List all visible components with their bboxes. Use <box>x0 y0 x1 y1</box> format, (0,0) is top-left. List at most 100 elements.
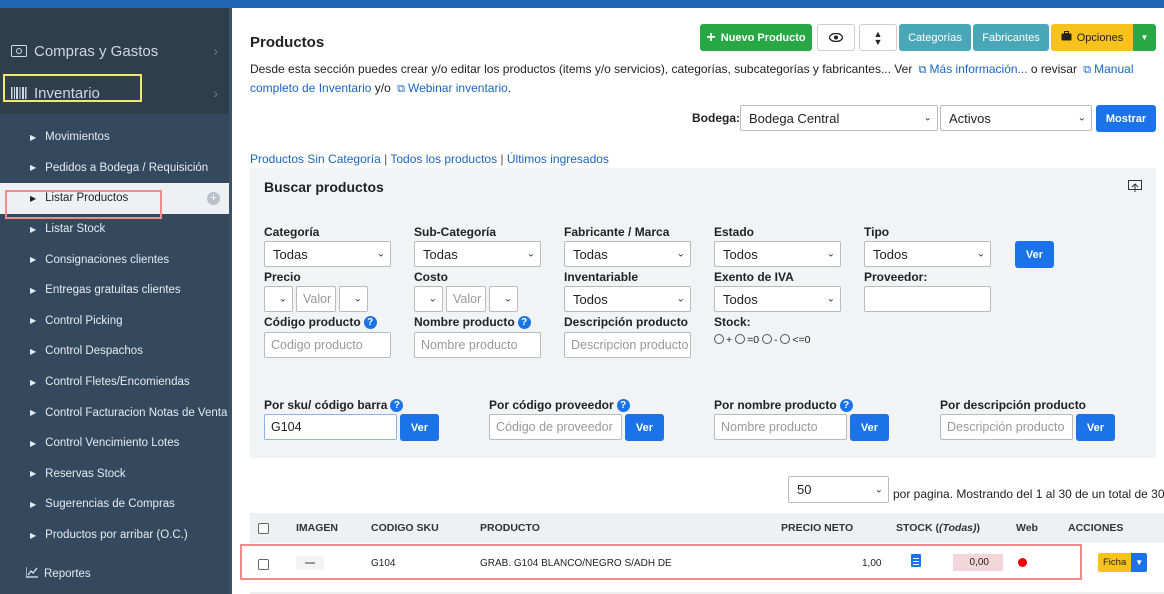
codigo-producto-input[interactable]: Codigo producto <box>264 332 391 358</box>
costo-extra-select[interactable]: ⌄ <box>489 286 518 312</box>
webinar-link[interactable]: Webinar inventario <box>408 81 508 95</box>
help-icon[interactable]: ? <box>517 316 531 329</box>
sidebar-item-movimientos[interactable]: ▶ Movimientos <box>0 122 232 153</box>
sku-input[interactable]: G104 <box>264 414 397 440</box>
external-link-icon: ⧉ <box>1083 64 1092 76</box>
radio-stock-lte-zero[interactable] <box>780 334 791 344</box>
help-icon[interactable]: ? <box>616 399 630 412</box>
stock-label: Stock: <box>714 315 751 329</box>
proveedor-label: Proveedor: <box>864 270 928 284</box>
ultimos-ingresados-link[interactable]: Últimos ingresados <box>507 152 609 166</box>
categoria-select[interactable]: Todas ⌄ <box>264 241 391 267</box>
nombre-producto-search-input[interactable]: Nombre producto <box>714 414 847 440</box>
new-product-button[interactable]: + Nuevo Producto <box>700 24 812 51</box>
top-navbar <box>0 0 1164 8</box>
ver-sku-button[interactable]: Ver <box>400 414 439 441</box>
sidebar-item-lotes[interactable]: ▶ Control Vencimiento Lotes <box>0 428 232 459</box>
descripcion-producto-input[interactable]: Descripcion producto <box>564 332 691 358</box>
sidebar-item-picking[interactable]: ▶ Control Picking <box>0 306 232 337</box>
subcategoria-select[interactable]: Todas ⌄ <box>414 241 541 267</box>
caret-right-icon: ▶ <box>30 316 37 326</box>
radio-stock-positive[interactable] <box>714 334 724 344</box>
collapse-panel-icon[interactable] <box>1128 180 1142 195</box>
inventariable-label: Inventariable <box>564 270 639 284</box>
precio-extra-select[interactable]: ⌄ <box>339 286 368 312</box>
ver-codprov-button[interactable]: Ver <box>625 414 664 441</box>
costo-value-input[interactable]: Valor <box>446 286 486 312</box>
sidebar-item-listar-stock[interactable]: ▶ Listar Stock <box>0 214 232 245</box>
costo-operator-select[interactable]: ⌄ <box>414 286 443 312</box>
opciones-button[interactable]: Opciones <box>1051 24 1133 51</box>
precio-operator-select[interactable]: ⌄ <box>264 286 293 312</box>
mostrar-button[interactable]: Mostrar <box>1096 105 1156 132</box>
stock-detail-icon[interactable] <box>911 554 921 567</box>
sidebar-item-entregas[interactable]: ▶ Entregas gratuitas clientes <box>0 275 232 306</box>
radio-stock-zero[interactable] <box>735 334 746 344</box>
col-producto[interactable]: PRODUCTO <box>480 522 540 534</box>
sidebar-section-compras[interactable]: Compras y Gastos › <box>0 30 232 72</box>
sidebar-item-consignaciones[interactable]: ▶ Consignaciones clientes <box>0 244 232 275</box>
inventariable-select[interactable]: Todos ⌄ <box>564 286 691 312</box>
tipo-select[interactable]: Todos ⌄ <box>864 241 991 267</box>
sin-categoria-link[interactable]: Productos Sin Categoría <box>250 152 381 166</box>
ver-descprod-button[interactable]: Ver <box>1076 414 1115 441</box>
chevron-down-icon: ⌄ <box>526 248 535 260</box>
sidebar-item-reservas[interactable]: ▶ Reservas Stock <box>0 459 232 490</box>
help-icon[interactable]: ? <box>839 399 853 412</box>
estado-filter-select[interactable]: Todos ⌄ <box>714 241 841 267</box>
exento-select[interactable]: Todos ⌄ <box>714 286 841 312</box>
sidebar-item-sugerencias[interactable]: ▶ Sugerencias de Compras <box>0 489 232 520</box>
chevron-down-icon: ⌄ <box>428 293 437 305</box>
select-all-checkbox[interactable] <box>258 523 269 534</box>
sidebar-item-pedidos[interactable]: ▶ Pedidos a Bodega / Requisición <box>0 153 232 184</box>
add-icon[interactable]: + <box>207 192 220 206</box>
ver-nomprod-button[interactable]: Ver <box>850 414 889 441</box>
briefcase-icon <box>1061 31 1072 44</box>
sidebar-item-facturacion[interactable]: ▶ Control Facturacion Notas de Venta <box>0 397 232 428</box>
descripcion-producto-search-input[interactable]: Descripción producto <box>940 414 1073 440</box>
categorias-button[interactable]: Categorías <box>899 24 971 51</box>
help-icon[interactable]: ? <box>363 316 377 329</box>
proveedor-input[interactable] <box>864 286 991 312</box>
todos-productos-link[interactable]: Todos los productos <box>390 152 497 166</box>
chevron-down-icon: ⌄ <box>826 248 835 260</box>
codigo-proveedor-input[interactable]: Código de proveedor <box>489 414 622 440</box>
ver-filters-button[interactable]: Ver <box>1015 241 1054 268</box>
precio-value-input[interactable]: Valor <box>296 286 336 312</box>
chevron-right-icon: › <box>213 43 218 59</box>
caret-right-icon: ▶ <box>30 530 37 540</box>
descripcion-producto-label: Descripción producto <box>564 315 689 329</box>
sku-label: Por sku/ código barra? <box>264 398 404 412</box>
estado-select[interactable]: Activos ⌄ <box>940 105 1092 131</box>
product-thumbnail[interactable] <box>296 556 324 570</box>
barcode-icon <box>10 86 28 100</box>
sidebar: Compras y Gastos › Inventario › ▶ Movimie… <box>0 8 232 594</box>
sidebar-item-reportes[interactable]: Reportes <box>0 561 232 587</box>
col-stock[interactable]: STOCK ((Todas)) <box>896 522 980 534</box>
bodega-select[interactable]: Bodega Central ⌄ <box>740 105 938 131</box>
chevron-down-icon: ⌄ <box>826 293 835 305</box>
sidebar-section-inventario[interactable]: Inventario › <box>0 72 232 114</box>
ficha-button[interactable]: Ficha <box>1098 553 1132 572</box>
sidebar-item-despachos[interactable]: ▶ Control Despachos <box>0 336 232 367</box>
sidebar-item-arribar[interactable]: ▶ Productos por arribar (O.C.) <box>0 520 232 551</box>
sidebar-item-listar-productos[interactable]: ▶ Listar Productos + <box>0 183 232 214</box>
row-checkbox[interactable] <box>258 559 269 570</box>
ficha-dropdown-toggle[interactable]: ▼ <box>1131 553 1148 572</box>
cell-producto[interactable]: GRAB. G104 BLANCO/NEGRO S/ADH DE <box>480 558 672 569</box>
sidebar-item-fletes[interactable]: ▶ Control Fletes/Encomiendas <box>0 367 232 398</box>
sort-button[interactable]: ▲ ▼ <box>859 24 897 51</box>
cell-precio: 1,00 <box>862 558 882 569</box>
table-row[interactable]: G104 GRAB. G104 BLANCO/NEGRO S/ADH DE 1,… <box>250 548 1164 578</box>
radio-stock-negative[interactable] <box>761 334 772 344</box>
fabricantes-button[interactable]: Fabricantes <box>973 24 1049 51</box>
per-page-select[interactable]: 50 ⌄ <box>788 476 889 503</box>
nombre-producto-input[interactable]: Nombre producto <box>414 332 541 358</box>
opciones-dropdown-toggle[interactable]: ▼ <box>1133 24 1156 51</box>
col-sku[interactable]: CODIGO SKU <box>371 522 439 534</box>
fabricante-select[interactable]: Todas ⌄ <box>564 241 691 267</box>
view-toggle-button[interactable] <box>817 24 855 51</box>
help-icon[interactable]: ? <box>390 399 404 412</box>
col-precio[interactable]: PRECIO NETO <box>781 522 853 534</box>
mas-informacion-link[interactable]: Más información... <box>930 62 1028 76</box>
